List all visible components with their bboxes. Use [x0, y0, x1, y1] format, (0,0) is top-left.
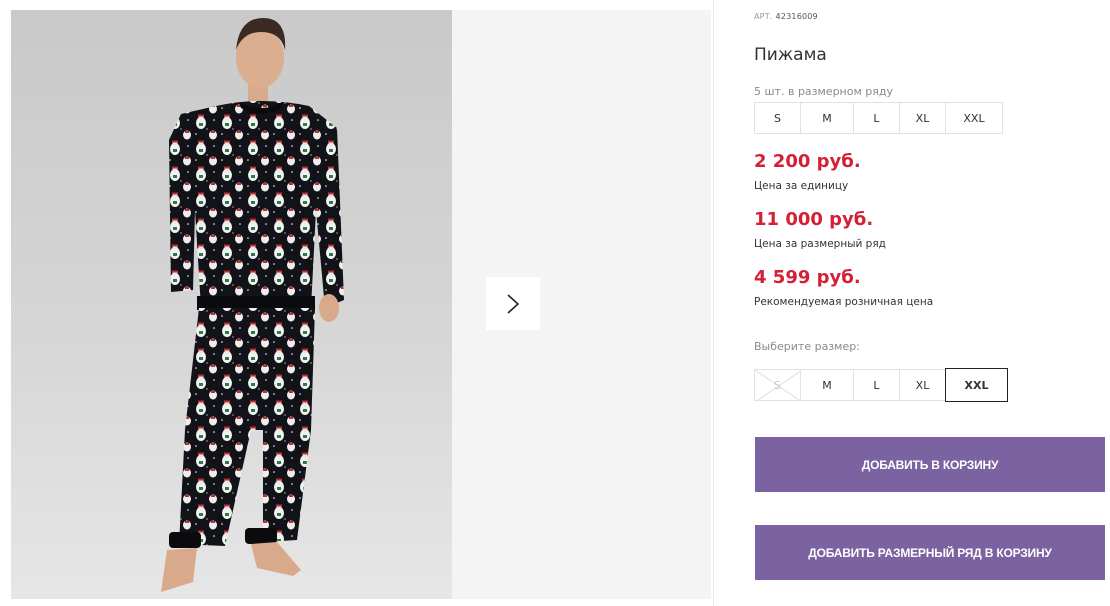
article-value: 42316009 — [775, 12, 818, 21]
size-option-s[interactable]: S — [754, 369, 801, 401]
article-number: АРТ. 42316009 — [754, 12, 818, 21]
size-option-xxl[interactable]: XXL — [945, 368, 1008, 402]
choose-size-label: Выберите размер: — [754, 340, 860, 353]
size-option-s-label: S — [774, 378, 781, 392]
size-range-note: 5 шт. в размерном ряду — [754, 85, 893, 98]
product-photo — [11, 10, 452, 599]
range-size-l: L — [853, 102, 900, 134]
gallery-next-button[interactable] — [486, 277, 540, 330]
range-size-xxl: XXL — [945, 102, 1003, 134]
range-price-label: Цена за размерный ряд — [754, 238, 886, 250]
article-label: АРТ. — [754, 12, 773, 21]
range-size-xl: XL — [899, 102, 946, 134]
size-option-xl[interactable]: XL — [899, 369, 946, 401]
size-option-m[interactable]: M — [800, 369, 854, 401]
size-range-list: S M L XL XXL — [754, 102, 1003, 134]
range-price: 11 000 руб. — [754, 209, 874, 230]
unit-price-label: Цена за единицу — [754, 180, 849, 192]
size-selector: S M L XL XXL — [754, 368, 1008, 402]
range-size-s: S — [754, 102, 801, 134]
product-title: Пижама — [754, 45, 827, 65]
add-to-cart-button[interactable]: ДОБАВИТЬ В КОРЗИНУ — [755, 437, 1105, 492]
add-range-to-cart-button[interactable]: ДОБАВИТЬ РАЗМЕРНЫЙ РЯД В КОРЗИНУ — [755, 525, 1105, 580]
unit-price: 2 200 руб. — [754, 151, 861, 172]
range-size-m: M — [800, 102, 854, 134]
retail-price: 4 599 руб. — [754, 267, 861, 288]
chevron-right-icon — [507, 293, 520, 314]
product-gallery — [11, 10, 711, 599]
size-option-l[interactable]: L — [853, 369, 900, 401]
product-info-panel: АРТ. 42316009 Пижама 5 шт. в размерном ря… — [754, 0, 1106, 606]
retail-price-label: Рекомендуемая розничная цена — [754, 296, 934, 308]
panel-divider — [713, 0, 714, 606]
